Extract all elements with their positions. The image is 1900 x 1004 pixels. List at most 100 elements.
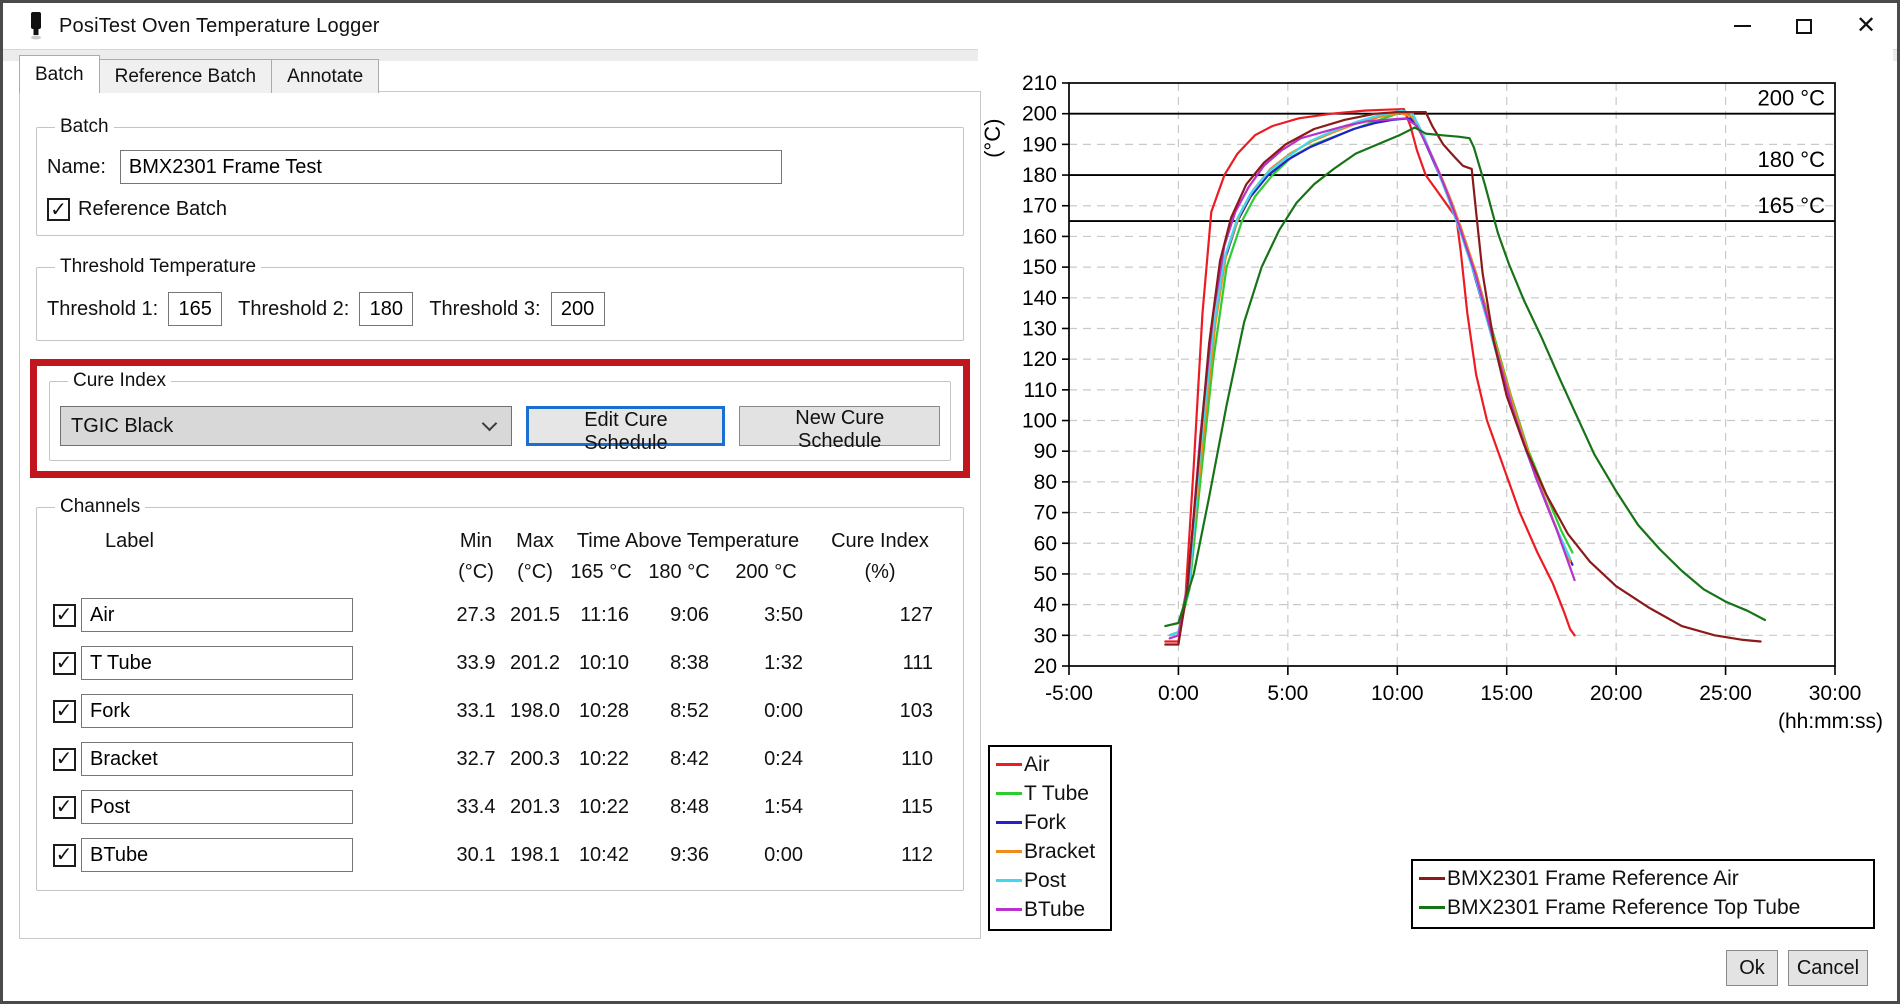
time-above-180-value: 9:06 xyxy=(639,604,719,627)
time-above-165-value: 10:22 xyxy=(563,796,639,819)
min-value: 32.7 xyxy=(445,748,507,771)
cure-index-value: 127 xyxy=(813,604,947,627)
y-axis-tick-label: 40 xyxy=(1034,594,1057,617)
y-axis-tick-label: 130 xyxy=(1022,317,1057,340)
cancel-button[interactable]: Cancel xyxy=(1788,950,1868,986)
channel-checkbox[interactable]: ✓ xyxy=(53,652,76,675)
time-above-165-value: 10:28 xyxy=(563,700,639,723)
cure-index-highlight-annotation: Cure Index TGIC Black Edit Cure Schedule… xyxy=(30,359,970,478)
y-axis-tick-label: 60 xyxy=(1034,532,1057,555)
max-value: 201.3 xyxy=(507,796,563,819)
header-time-above: Time Above Temperature xyxy=(563,530,813,553)
channel-label-input[interactable] xyxy=(81,790,353,824)
tab-batch[interactable]: Batch xyxy=(19,55,100,93)
threshold-1-input[interactable] xyxy=(168,292,222,326)
y-axis-tick-label: 150 xyxy=(1022,256,1057,279)
time-above-165-value: 11:16 xyxy=(563,604,639,627)
threshold-2-input[interactable] xyxy=(359,292,413,326)
threshold-3-field: Threshold 3: xyxy=(429,292,604,326)
threshold-2-label: Threshold 2: xyxy=(238,298,349,321)
ok-button[interactable]: Ok xyxy=(1726,950,1778,986)
chart-area: 200 °C180 °C165 °C2030405060708090100110… xyxy=(978,48,1893,936)
series-bmx2301-frame-reference-top-tube xyxy=(1165,128,1765,627)
edit-cure-schedule-button[interactable]: Edit Cure Schedule xyxy=(526,406,725,446)
legend-label: BMX2301 Frame Reference Top Tube xyxy=(1447,896,1800,920)
series-fork xyxy=(1170,118,1573,635)
time-above-165-value: 10:22 xyxy=(563,748,639,771)
channel-checkbox[interactable]: ✓ xyxy=(53,844,76,867)
series-t-tube xyxy=(1170,112,1573,635)
min-value: 27.3 xyxy=(445,604,507,627)
threshold-line-label: 180 °C xyxy=(1757,147,1825,172)
time-above-180-value: 8:42 xyxy=(639,748,719,771)
tab-reference-batch[interactable]: Reference Batch xyxy=(99,59,273,93)
legend-label: Air xyxy=(1024,753,1050,777)
legend-line-swatch xyxy=(1419,877,1445,880)
legend-item: BMX2301 Frame Reference Air xyxy=(1419,864,1865,893)
cure-index-value: 111 xyxy=(813,652,947,675)
max-value: 200.3 xyxy=(507,748,563,771)
tab-annotate[interactable]: Annotate xyxy=(271,59,379,93)
new-cure-schedule-button[interactable]: New Cure Schedule xyxy=(739,406,940,446)
channels-group-legend: Channels xyxy=(55,496,145,518)
time-above-180-value: 8:48 xyxy=(639,796,719,819)
channel-label-cell xyxy=(81,742,361,776)
min-value: 33.9 xyxy=(445,652,507,675)
y-axis-tick-label: 70 xyxy=(1034,502,1057,525)
legend-item: Bracket xyxy=(996,837,1102,866)
tab-strip: BatchReference BatchAnnotate xyxy=(19,59,378,93)
y-axis-tick-label: 190 xyxy=(1022,133,1057,156)
max-value: 201.5 xyxy=(507,604,563,627)
cure-index-value: 112 xyxy=(813,844,947,867)
legend-label: Fork xyxy=(1024,811,1066,835)
legend-label: Bracket xyxy=(1024,840,1095,864)
batch-name-input[interactable] xyxy=(120,150,782,184)
threshold-1-field: Threshold 1: xyxy=(47,292,222,326)
header-180c: 180 °C xyxy=(639,561,719,584)
y-axis-tick-label: 110 xyxy=(1024,379,1057,402)
reference-batch-label: Reference Batch xyxy=(78,198,227,221)
title-bar: PosiTest Oven Temperature Logger ✕ xyxy=(3,3,1897,49)
x-axis-tick-label: 30:00 xyxy=(1809,682,1862,705)
y-axis-tick-label: 160 xyxy=(1022,225,1057,248)
header-min: Min xyxy=(445,530,507,553)
series-btube xyxy=(1170,118,1575,638)
channel-checkbox[interactable]: ✓ xyxy=(53,604,76,627)
threshold-group: Threshold Temperature Threshold 1:Thresh… xyxy=(36,256,964,341)
channel-row-post: ✓33.4201.310:228:481:54115 xyxy=(47,790,953,824)
legend-line-swatch xyxy=(996,792,1022,795)
threshold-3-input[interactable] xyxy=(551,292,605,326)
threshold-line-label: 165 °C xyxy=(1757,193,1825,218)
time-above-180-value: 8:52 xyxy=(639,700,719,723)
channel-row-btube: ✓30.1198.110:429:360:00112 xyxy=(47,838,953,872)
channel-checkbox[interactable]: ✓ xyxy=(53,748,76,771)
batch-tab-page: Batch Name: ✓ Reference Batch Threshold … xyxy=(19,91,981,939)
batch-group: Batch Name: ✓ Reference Batch xyxy=(36,116,964,236)
close-button[interactable]: ✕ xyxy=(1835,3,1897,49)
channel-row-air: ✓27.3201.511:169:063:50127 xyxy=(47,598,953,632)
x-axis-tick-label: 15:00 xyxy=(1480,682,1533,705)
channel-label-cell xyxy=(81,646,361,680)
temperature-chart: 200 °C180 °C165 °C2030405060708090100110… xyxy=(978,48,1893,736)
reference-batch-checkbox[interactable]: ✓ xyxy=(47,198,70,221)
channel-label-input[interactable] xyxy=(81,646,353,680)
channel-label-input[interactable] xyxy=(81,742,353,776)
minimize-icon xyxy=(1734,25,1751,27)
channel-label-input[interactable] xyxy=(81,598,353,632)
x-axis-tick-label: 0:00 xyxy=(1158,682,1199,705)
legend-item: Air xyxy=(996,750,1102,779)
legend-line-swatch xyxy=(1419,906,1445,909)
channel-checkbox[interactable]: ✓ xyxy=(53,700,76,723)
channel-label-input[interactable] xyxy=(81,838,353,872)
legend-label: BTube xyxy=(1024,898,1085,922)
channel-checkbox[interactable]: ✓ xyxy=(53,796,76,819)
minimize-button[interactable] xyxy=(1711,3,1773,49)
maximize-button[interactable] xyxy=(1773,3,1835,49)
reference-legend: BMX2301 Frame Reference Air BMX2301 Frame… xyxy=(1411,859,1875,929)
cure-schedule-dropdown[interactable]: TGIC Black xyxy=(60,406,512,446)
time-above-200-value: 0:00 xyxy=(719,844,813,867)
channel-label-cell xyxy=(81,598,361,632)
threshold-3-label: Threshold 3: xyxy=(429,298,540,321)
channel-label-input[interactable] xyxy=(81,694,353,728)
y-axis-tick-label: 20 xyxy=(1034,655,1057,678)
